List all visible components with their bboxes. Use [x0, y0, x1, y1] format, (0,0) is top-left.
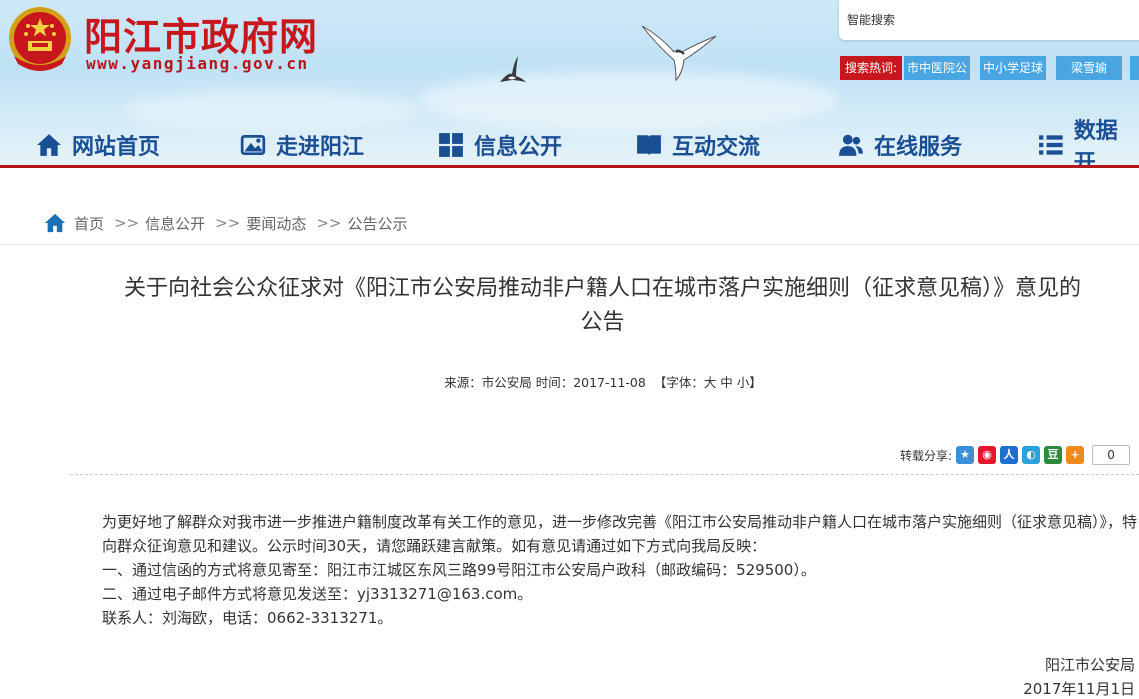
breadcrumb-item[interactable]: 信息公开	[145, 213, 205, 234]
font-size-control[interactable]: 【字体：大 中 小】	[654, 375, 762, 390]
nav-item-data[interactable]: 数据开	[1038, 119, 1139, 168]
nav-item-label: 在线服务	[874, 135, 963, 160]
breadcrumb-separator: >>	[114, 214, 140, 232]
breadcrumb-item[interactable]: 公告公示	[347, 213, 407, 234]
article-paragraph: 为更好地了解群众对我市进一步推进户籍制度改革有关工作的意见，进一步修改完善《阳江…	[102, 513, 1138, 555]
hot-search-item[interactable]: 市中医院公	[904, 56, 970, 80]
search-input[interactable]	[847, 10, 1127, 30]
nav-item-home[interactable]: 网站首页	[36, 128, 160, 162]
content-divider	[70, 474, 1139, 475]
more-share-icon[interactable]: +	[1066, 446, 1085, 464]
signature-org: 阳江市公安局	[1044, 656, 1135, 674]
nav-item-service[interactable]: 在线服务	[838, 128, 962, 162]
site-title[interactable]: 阳江市政府网	[84, 6, 318, 61]
main-nav: 网站首页 走进阳江 信息公开 互动交流 在线服务 数据开	[0, 118, 1139, 168]
breadcrumb-item[interactable]: 首页	[74, 213, 104, 234]
home-icon	[44, 213, 66, 233]
nav-item-label: 数据开	[1073, 119, 1118, 168]
breadcrumb-separator: >>	[215, 214, 241, 232]
hot-search-label: 搜索热词:	[840, 56, 902, 80]
renren-share-icon[interactable]: 人	[1000, 446, 1019, 464]
article-title-line: 关于向社会公众征求对《阳江市公安局推动非户籍人口在城市落户实施细则（征求意见稿）…	[123, 276, 1081, 301]
nav-item-about[interactable]: 走进阳江	[240, 128, 364, 162]
share-bar: 转载分享: ★ ◉ 人 ◐ 豆 + 0	[900, 444, 1131, 466]
weibo-share-icon[interactable]: ◉	[978, 446, 997, 464]
article-source-date: 来源：市公安局 时间：2017-11-08	[444, 375, 646, 390]
breadcrumb-separator: >>	[316, 214, 342, 232]
hot-search-item[interactable]: 梁雪瑜	[1056, 56, 1122, 80]
hot-search-item-overflow[interactable]	[1130, 56, 1139, 80]
nav-item-interact[interactable]: 互动交流	[636, 128, 760, 162]
article-title-line: 公告	[580, 310, 625, 335]
search-box	[839, 0, 1139, 40]
nav-divider	[0, 165, 1139, 168]
site-url[interactable]: www.yangjiang.gov.cn	[86, 54, 309, 73]
nav-item-label: 走进阳江	[276, 135, 365, 160]
book-icon	[637, 135, 661, 156]
article-title: 关于向社会公众征求对《阳江市公安局推动非户籍人口在城市落户实施细则（征求意见稿）…	[66, 272, 1139, 340]
site-header: 阳江市政府网 www.yangjiang.gov.cn 搜索热词: 市中医院公 …	[0, 0, 1139, 168]
breadcrumb-divider	[0, 244, 1139, 245]
tencent-weibo-share-icon[interactable]: ◐	[1022, 446, 1041, 464]
nav-item-label: 网站首页	[72, 135, 161, 160]
article-meta: 来源：市公安局 时间：2017-11-08 【字体：大 中 小】	[0, 372, 1139, 391]
article-content: 为更好地了解群众对我市进一步推进户籍制度改革有关工作的意见，进一步修改完善《阳江…	[70, 510, 1139, 630]
share-label: 转载分享:	[900, 448, 953, 463]
article-paragraph: 联系人：刘海欧，电话：0662-3313271。	[102, 609, 393, 627]
breadcrumb: 首页 >> 信息公开 >> 要闻动态 >> 公告公示	[44, 210, 411, 236]
users-icon	[839, 134, 863, 156]
picture-icon	[240, 134, 266, 156]
nav-item-label: 信息公开	[474, 135, 563, 160]
nav-item-info[interactable]: 信息公开	[438, 128, 562, 162]
home-icon	[37, 134, 61, 156]
seagull-icon	[641, 25, 717, 82]
hot-search-item[interactable]: 中小学足球	[980, 56, 1046, 80]
share-count: 0	[1092, 445, 1131, 465]
signature-date: 2017年11月1日	[1023, 680, 1135, 698]
douban-share-icon[interactable]: 豆	[1044, 446, 1063, 464]
breadcrumb-item[interactable]: 要闻动态	[246, 213, 306, 234]
nav-item-label: 互动交流	[672, 135, 761, 160]
national-emblem-icon	[9, 7, 71, 71]
list-icon	[1039, 135, 1063, 155]
article-paragraph: 一、通过信函的方式将意见寄至：阳江市江城区东风三路99号阳江市公安局户政科（邮政…	[102, 561, 816, 579]
article-paragraph: 二、通过电子邮件方式将意见发送至：yj3313271@163.com。	[102, 585, 533, 603]
qzone-share-icon[interactable]: ★	[956, 446, 975, 464]
seagull-icon	[500, 56, 526, 82]
grid-icon	[439, 133, 463, 157]
